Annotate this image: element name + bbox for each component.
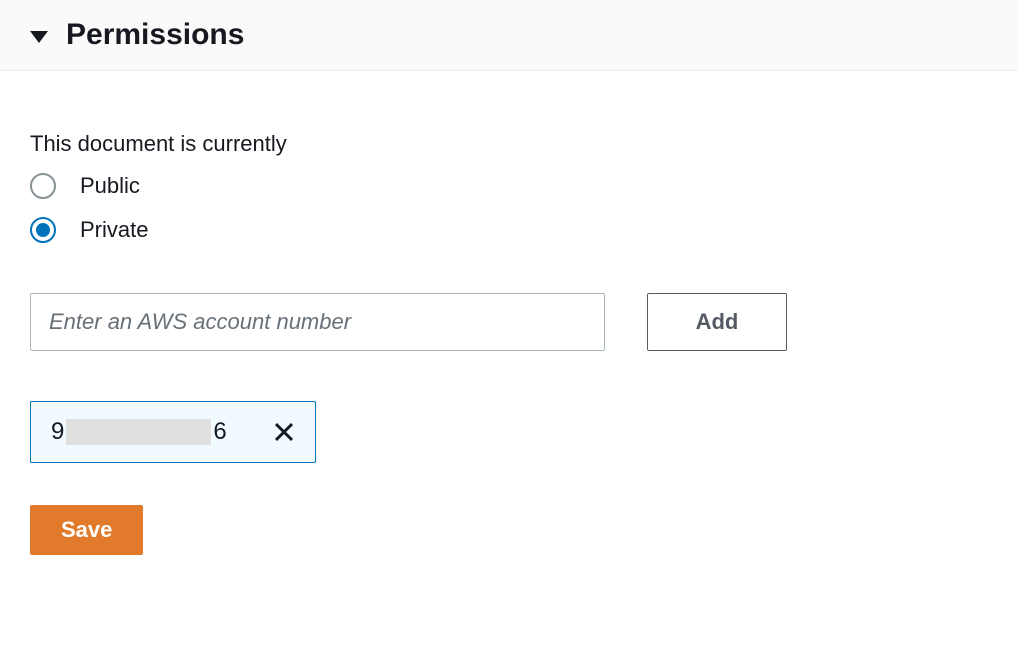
caret-down-icon	[30, 31, 48, 43]
account-redacted	[66, 419, 211, 445]
radio-private-label[interactable]: Private	[80, 217, 148, 243]
account-input-row: Add	[30, 293, 988, 351]
remove-account-button[interactable]	[267, 415, 301, 449]
permissions-header[interactable]: Permissions	[0, 0, 1018, 71]
radio-row-public[interactable]: Public	[30, 173, 988, 199]
radio-private[interactable]	[30, 217, 56, 243]
section-title: Permissions	[66, 18, 244, 52]
visibility-radio-group: Public Private	[30, 173, 988, 243]
radio-row-private[interactable]: Private	[30, 217, 988, 243]
permissions-content: This document is currently Public Privat…	[0, 71, 1018, 585]
account-chip: 9 6	[30, 401, 316, 463]
save-button[interactable]: Save	[30, 505, 143, 555]
account-chip-prefix: 9	[51, 418, 64, 446]
close-icon	[272, 420, 296, 444]
visibility-label: This document is currently	[30, 131, 988, 157]
account-chip-text: 9 6	[51, 418, 227, 446]
radio-public-label[interactable]: Public	[80, 173, 140, 199]
account-chip-suffix: 6	[213, 418, 226, 446]
radio-public[interactable]	[30, 173, 56, 199]
add-button[interactable]: Add	[647, 293, 787, 351]
aws-account-input[interactable]	[30, 293, 605, 351]
